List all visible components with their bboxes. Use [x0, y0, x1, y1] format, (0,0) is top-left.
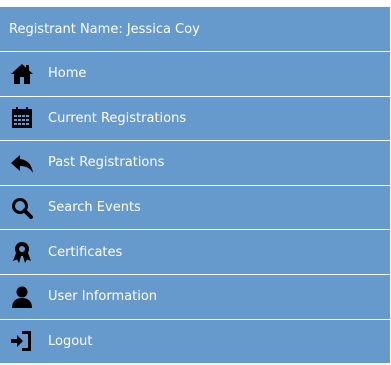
menu-item-current-registrations[interactable]: Current Registrations [0, 97, 390, 142]
menu-item-home[interactable]: Home [0, 52, 390, 97]
menu-item-label: Home [48, 66, 87, 82]
logout-icon [10, 329, 34, 353]
search-icon [10, 196, 34, 220]
menu-item-search-events[interactable]: Search Events [0, 186, 390, 231]
reply-arrow-icon [10, 151, 34, 175]
registrant-name: Registrant Name: Jessica Coy [9, 21, 200, 37]
menu-item-past-registrations[interactable]: Past Registrations [0, 141, 390, 186]
menu-item-user-information[interactable]: User Information [0, 275, 390, 320]
home-icon [10, 62, 34, 86]
menu-item-label: User Information [48, 289, 158, 305]
user-icon [10, 285, 34, 309]
menu-item-certificates[interactable]: Certificates [0, 230, 390, 275]
menu-item-label: Logout [48, 333, 93, 349]
menu-item-label: Certificates [48, 244, 123, 260]
menu-item-logout[interactable]: Logout [0, 320, 390, 365]
menu-item-label: Past Registrations [48, 155, 165, 171]
registrant-header: Registrant Name: Jessica Coy [0, 7, 390, 52]
sidebar-menu: Registrant Name: Jessica Coy Home Curren… [0, 7, 390, 365]
calendar-icon [10, 106, 34, 130]
certificate-icon [10, 240, 34, 264]
menu-item-label: Search Events [48, 200, 141, 216]
menu-item-label: Current Registrations [48, 110, 187, 126]
